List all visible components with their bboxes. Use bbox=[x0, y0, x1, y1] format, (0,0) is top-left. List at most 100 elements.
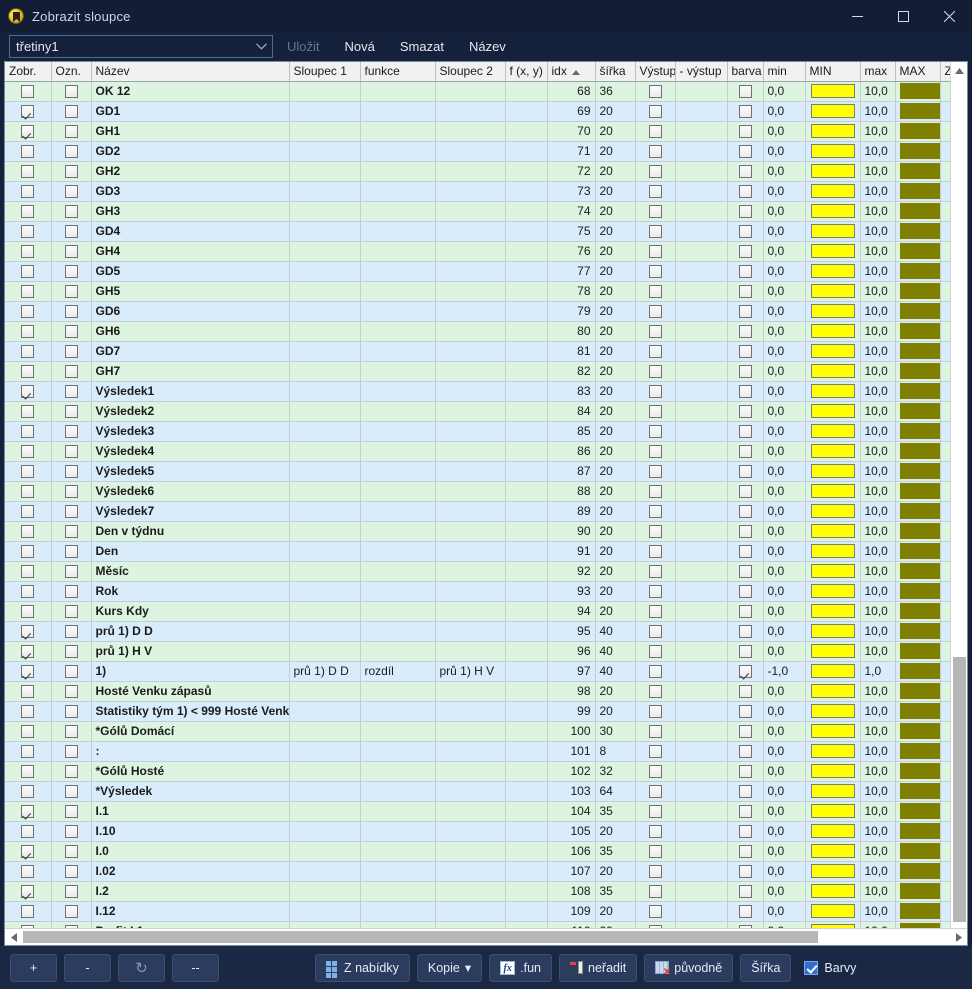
output-checkbox[interactable] bbox=[648, 605, 662, 619]
max-color-swatch[interactable] bbox=[899, 463, 939, 479]
mark-checkbox[interactable] bbox=[64, 825, 78, 839]
output-checkbox[interactable] bbox=[648, 165, 662, 179]
table-row[interactable]: Výsledek3 85 20 0,0 10,0 bbox=[5, 421, 967, 442]
show-checkbox[interactable] bbox=[21, 405, 35, 419]
mark-checkbox[interactable] bbox=[64, 365, 78, 379]
mark-checkbox[interactable] bbox=[64, 245, 78, 259]
max-color-swatch[interactable] bbox=[899, 223, 939, 239]
show-checkbox[interactable] bbox=[21, 685, 35, 699]
max-color-swatch[interactable] bbox=[899, 643, 939, 659]
maximize-button[interactable] bbox=[880, 0, 926, 32]
show-checkbox[interactable] bbox=[21, 785, 35, 799]
output-checkbox[interactable] bbox=[648, 145, 662, 159]
mark-checkbox[interactable] bbox=[64, 165, 78, 179]
mark-checkbox[interactable] bbox=[64, 145, 78, 159]
color-checkbox[interactable] bbox=[738, 405, 752, 419]
min-color-swatch[interactable] bbox=[810, 624, 855, 639]
color-checkbox[interactable] bbox=[738, 305, 752, 319]
show-checkbox[interactable] bbox=[21, 745, 35, 759]
mark-checkbox[interactable] bbox=[64, 605, 78, 619]
table-row[interactable]: GH6 80 20 0,0 10,0 bbox=[5, 321, 967, 342]
mark-checkbox[interactable] bbox=[64, 505, 78, 519]
output-checkbox[interactable] bbox=[648, 905, 662, 919]
min-color-swatch[interactable] bbox=[810, 584, 855, 599]
color-checkbox[interactable] bbox=[738, 705, 752, 719]
table-row[interactable]: GH3 74 20 0,0 10,0 bbox=[5, 201, 967, 222]
mark-checkbox[interactable] bbox=[64, 565, 78, 579]
min-color-swatch[interactable] bbox=[810, 824, 855, 839]
unsort-button[interactable]: neřadit bbox=[559, 953, 638, 982]
min-color-swatch[interactable] bbox=[810, 84, 855, 99]
column-header-nvystup[interactable]: - výstup bbox=[675, 62, 728, 82]
min-color-swatch[interactable] bbox=[810, 204, 855, 219]
mark-checkbox[interactable] bbox=[64, 645, 78, 659]
min-color-swatch[interactable] bbox=[810, 444, 855, 459]
color-checkbox[interactable] bbox=[738, 285, 752, 299]
mark-checkbox[interactable] bbox=[64, 325, 78, 339]
output-checkbox[interactable] bbox=[648, 305, 662, 319]
max-color-swatch[interactable] bbox=[899, 843, 939, 859]
scroll-left-arrow[interactable] bbox=[5, 929, 22, 945]
min-color-swatch[interactable] bbox=[810, 124, 855, 139]
max-color-swatch[interactable] bbox=[899, 83, 939, 99]
delete-button[interactable]: Smazat bbox=[389, 35, 455, 58]
column-header-fxy[interactable]: f (x, y) bbox=[505, 62, 548, 82]
table-row[interactable]: GH2 72 20 0,0 10,0 bbox=[5, 161, 967, 182]
min-color-swatch[interactable] bbox=[810, 724, 855, 739]
mark-checkbox[interactable] bbox=[64, 525, 78, 539]
output-checkbox[interactable] bbox=[648, 285, 662, 299]
output-checkbox[interactable] bbox=[648, 445, 662, 459]
min-color-swatch[interactable] bbox=[810, 904, 855, 919]
show-checkbox[interactable] bbox=[21, 125, 35, 139]
color-checkbox[interactable] bbox=[738, 745, 752, 759]
color-checkbox[interactable] bbox=[738, 665, 752, 679]
min-color-swatch[interactable] bbox=[810, 664, 855, 679]
show-checkbox[interactable] bbox=[21, 305, 35, 319]
output-checkbox[interactable] bbox=[648, 505, 662, 519]
mark-checkbox[interactable] bbox=[64, 445, 78, 459]
table-row[interactable]: Výsledek2 84 20 0,0 10,0 bbox=[5, 401, 967, 422]
color-checkbox[interactable] bbox=[738, 265, 752, 279]
color-checkbox[interactable] bbox=[738, 105, 752, 119]
table-row[interactable]: Hosté Venku zápasů 98 20 0,0 10,0 bbox=[5, 681, 967, 702]
max-color-swatch[interactable] bbox=[899, 263, 939, 279]
horizontal-scroll-thumb[interactable] bbox=[23, 931, 818, 943]
show-checkbox[interactable] bbox=[21, 645, 35, 659]
show-checkbox[interactable] bbox=[21, 145, 35, 159]
table-row[interactable]: I.02 107 20 0,0 10,0 bbox=[5, 861, 967, 882]
max-color-swatch[interactable] bbox=[899, 903, 939, 919]
output-checkbox[interactable] bbox=[648, 745, 662, 759]
output-checkbox[interactable] bbox=[648, 705, 662, 719]
table-row[interactable]: GD2 71 20 0,0 10,0 bbox=[5, 141, 967, 162]
min-color-swatch[interactable] bbox=[810, 704, 855, 719]
show-checkbox[interactable] bbox=[21, 445, 35, 459]
mark-checkbox[interactable] bbox=[64, 725, 78, 739]
max-color-swatch[interactable] bbox=[899, 343, 939, 359]
mark-checkbox[interactable] bbox=[64, 585, 78, 599]
color-checkbox[interactable] bbox=[738, 645, 752, 659]
min-color-swatch[interactable] bbox=[810, 304, 855, 319]
show-checkbox[interactable] bbox=[21, 345, 35, 359]
min-color-swatch[interactable] bbox=[810, 844, 855, 859]
show-checkbox[interactable] bbox=[21, 845, 35, 859]
max-color-swatch[interactable] bbox=[899, 523, 939, 539]
mark-checkbox[interactable] bbox=[64, 545, 78, 559]
max-color-swatch[interactable] bbox=[899, 323, 939, 339]
copy-button[interactable]: Kopie ▾ bbox=[416, 953, 483, 982]
max-color-swatch[interactable] bbox=[899, 743, 939, 759]
show-checkbox[interactable] bbox=[21, 525, 35, 539]
mark-checkbox[interactable] bbox=[64, 905, 78, 919]
output-checkbox[interactable] bbox=[648, 805, 662, 819]
table-row[interactable]: Den 91 20 0,0 10,0 bbox=[5, 541, 967, 562]
max-color-swatch[interactable] bbox=[899, 363, 939, 379]
output-checkbox[interactable] bbox=[648, 465, 662, 479]
show-checkbox[interactable] bbox=[21, 425, 35, 439]
color-checkbox[interactable] bbox=[738, 525, 752, 539]
mark-checkbox[interactable] bbox=[64, 465, 78, 479]
table-row[interactable]: Výsledek4 86 20 0,0 10,0 bbox=[5, 441, 967, 462]
column-header-ozn[interactable]: Ozn. bbox=[51, 62, 92, 82]
show-checkbox[interactable] bbox=[21, 485, 35, 499]
max-color-swatch[interactable] bbox=[899, 603, 939, 619]
show-checkbox[interactable] bbox=[21, 605, 35, 619]
max-color-swatch[interactable] bbox=[899, 683, 939, 699]
